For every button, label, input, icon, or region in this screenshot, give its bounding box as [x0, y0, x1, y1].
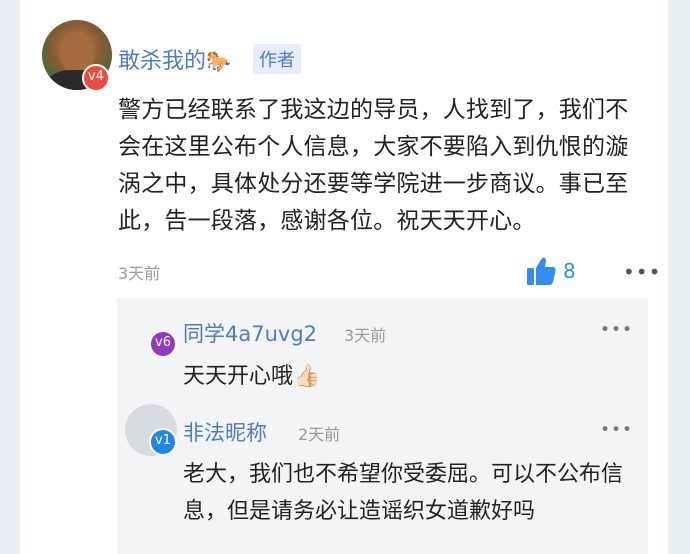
level-badge: v4	[82, 64, 110, 92]
reply-text: 老大，我们也不希望你受委屈。可以不公布信息，但是请务必让造谣织女道歉好吗	[183, 462, 624, 524]
post-content: 警方已经联系了我这边的导员，人找到了，我们不会在这里公布个人信息，大家不要陷入到…	[118, 97, 629, 234]
level-badge: v6	[149, 330, 177, 358]
author-name-text: 敢杀我的	[118, 49, 207, 74]
thumbs-up-icon	[527, 257, 556, 285]
horse-emoji: 🐎	[206, 49, 231, 73]
reply-time: 3天前	[344, 326, 387, 345]
reply-author-name[interactable]: 非法昵称	[183, 417, 267, 447]
author-tag: 作者	[253, 44, 301, 74]
author-name[interactable]: 敢杀我的🐎	[118, 43, 231, 75]
reply-author-name[interactable]: 同学4a7uvg2	[183, 318, 317, 348]
more-options-icon[interactable]: •••	[600, 320, 633, 340]
post-time: 3天前	[118, 264, 161, 283]
more-options-icon[interactable]: •••	[623, 260, 661, 284]
level-badge: v1	[149, 428, 177, 456]
like-button[interactable]: 8	[525, 255, 576, 287]
more-options-icon[interactable]: •••	[600, 420, 633, 440]
reply-text: 天天开心哦👍🏻	[183, 364, 321, 389]
reply-time: 2天前	[298, 425, 341, 444]
like-count: 8	[563, 259, 576, 283]
